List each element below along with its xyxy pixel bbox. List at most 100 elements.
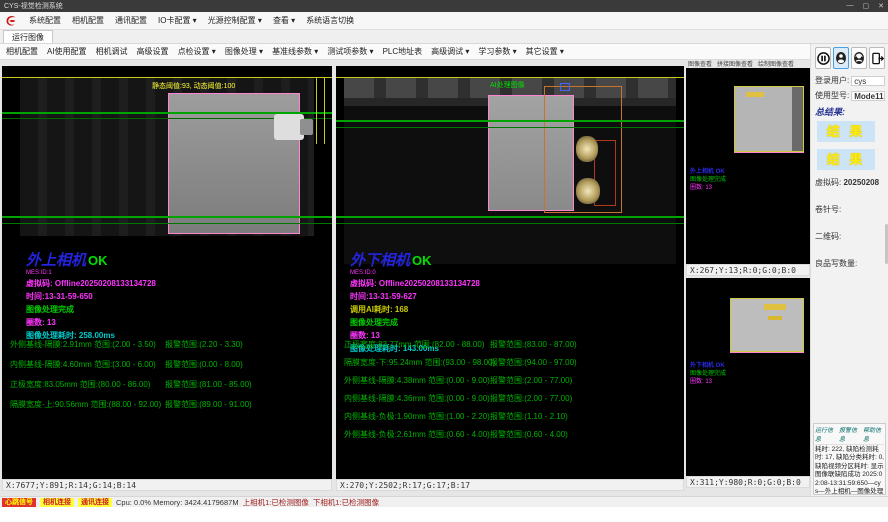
measure-row: 正极宽度:83.05mm 范围:(80.00 - 86.00) 报警范围:(81… xyxy=(2,379,332,397)
bottom-thumbnail-view[interactable]: 外下相机 OK 图像处理完成 圈数: 13 xyxy=(686,278,810,476)
info-tab-help[interactable]: 帮助信息 xyxy=(863,425,884,443)
tool-plc-address[interactable]: PLC地址表 xyxy=(383,46,423,57)
measure-row: 隔膜宽度-上:90.56mm 范围:(88.00 - 92.00) 报警范围:(… xyxy=(2,399,332,417)
user-login-button[interactable] xyxy=(833,47,849,69)
middle-camera-view[interactable]: AI处理图像 外下相机OK MES:ID:0 虚拟码: Offline20250… xyxy=(336,66,684,479)
left-barcode: 虚拟码: Offline20250208133134728 xyxy=(26,277,156,290)
roi-rect-blue xyxy=(560,83,570,91)
maximize-button[interactable]: ▢ xyxy=(863,2,870,10)
upper-camera-status: 上相机1:已检测图像 xyxy=(243,497,309,508)
good-count-label: 良品写数量: xyxy=(815,258,885,269)
thumbnail-marker xyxy=(730,352,804,353)
alarm-range: 报警范围:(89.00 - 91.00) xyxy=(165,399,252,410)
thumbnail-shadow xyxy=(792,87,803,151)
measure-row: 内侧基线-负极:1.90mm 范围:(1.00 - 2.20) 报警范围:(1.… xyxy=(336,411,684,429)
exit-button[interactable] xyxy=(869,47,885,69)
thumbnail-marker xyxy=(734,152,804,153)
thumb-turns: 圈数: 13 xyxy=(690,184,726,192)
tab-run-image[interactable]: 运行图像 xyxy=(3,30,53,43)
view-mode-tabs: 图像查看 拼接图像查看 绘制图像查看 xyxy=(686,58,810,68)
login-user-field[interactable]: cys xyxy=(851,76,885,86)
measure-row: 外侧基线-隔膜:4.38mm 范围:(0.00 - 9.00) 报警范围:(2.… xyxy=(336,375,684,393)
menu-io-config[interactable]: IO卡配置 ▾ xyxy=(158,15,197,26)
close-button[interactable]: ✕ xyxy=(878,2,884,10)
tool-camera-debug[interactable]: 相机调试 xyxy=(96,46,128,57)
measure-value: 隔膜宽度-下:95.24mm 范围:(93.00 - 98.00) xyxy=(344,357,495,368)
virtual-code-label: 虚拟码: xyxy=(815,178,841,187)
tool-ai-config[interactable]: AI使用配置 xyxy=(47,46,87,57)
thumb-turns: 圈数: 13 xyxy=(690,378,726,386)
camera-link-badge: 相机连接 xyxy=(40,498,74,507)
comm-link-badge: 通讯连接 xyxy=(78,498,112,507)
measure-value: 正极宽度:83.05mm 范围:(80.00 - 86.00) xyxy=(10,379,151,390)
menu-view[interactable]: 查看 ▾ xyxy=(273,15,295,26)
tool-advanced-settings[interactable]: 高级设置 xyxy=(137,46,169,57)
tool-baseline-params[interactable]: 基准线参数 ▾ xyxy=(272,46,318,57)
info-tab-run[interactable]: 运行信息 xyxy=(815,425,836,443)
operator-headset-button[interactable] xyxy=(851,47,867,69)
measure-row: 正极宽度:83.77mm 范围:(82.00 - 88.00) 报警范围:(83… xyxy=(336,339,684,357)
left-camera-view[interactable]: 静态阈值:93, 动态阈值:100 外上相机OK MES:ID:1 虚拟码: O… xyxy=(2,66,332,479)
middle-camera-name: 外下相机 xyxy=(350,252,410,269)
thumbnail-marker xyxy=(746,92,764,97)
measure-line xyxy=(2,223,332,224)
measure-value: 内侧基线-负极:1.90mm 范围:(1.00 - 2.20) xyxy=(344,411,490,422)
menu-comm-config[interactable]: 通讯配置 xyxy=(115,15,147,26)
calibration-line xyxy=(324,78,325,144)
result-badge-bottom: 结 果 xyxy=(817,149,875,170)
tool-camera-config[interactable]: 相机配置 xyxy=(6,46,38,57)
measure-value: 内侧基线-隔膜:4.36mm 范围:(0.00 - 9.00) xyxy=(344,393,490,404)
alarm-range: 报警范围:(1.10 - 2.10) xyxy=(490,411,568,422)
tool-advanced-debug[interactable]: 高级调试 ▾ xyxy=(431,46,469,57)
measure-value: 内侧基线-隔膜:4.60mm 范围:(3.00 - 6.00) xyxy=(10,359,156,370)
menu-light-config[interactable]: 光源控制配置 ▾ xyxy=(208,15,262,26)
measure-row: 外侧基线-负极:2.61mm 范围:(0.60 - 4.00) 报警范围:(0.… xyxy=(336,429,684,447)
middle-coordinate-bar: X:270;Y:2502;R:17;G:17;B:17 xyxy=(336,479,684,491)
tool-spotcheck-settings[interactable]: 点检设置 ▾ xyxy=(178,46,216,57)
window-title: CYS-视觉检测系统 xyxy=(4,1,847,11)
left-process-status: 图像处理完成 xyxy=(26,303,156,316)
menu-bar: 系统配置 相机配置 通讯配置 IO卡配置 ▾ 光源控制配置 ▾ 查看 ▾ 系统语… xyxy=(0,12,888,30)
middle-ai-time: 调用AI耗时: 168 xyxy=(350,303,480,316)
tool-image-processing[interactable]: 图像处理 ▾ xyxy=(225,46,263,57)
login-user-label: 登录用户: xyxy=(815,75,849,86)
model-field[interactable]: Mode11 xyxy=(851,91,885,101)
alarm-range: 报警范围:(2.00 - 77.00) xyxy=(490,393,572,404)
lower-camera-status: 下相机1:已检测图像 xyxy=(313,497,379,508)
total-result-label: 总结果: xyxy=(815,105,885,118)
result-badge-top: 结 果 xyxy=(817,121,875,142)
left-coordinate-bar: X:7677;Y:891;R:14;G:14;B:14 xyxy=(2,479,332,491)
left-turn-count: 圈数: 13 xyxy=(26,316,156,329)
tool-test-params[interactable]: 测试项参数 ▾ xyxy=(327,46,373,57)
cpu-memory-text: Cpu: 0.0% Memory: 3424.4179687M xyxy=(116,498,239,507)
measure-row: 内侧基线-隔膜:4.36mm 范围:(0.00 - 9.00) 报警范围:(2.… xyxy=(336,393,684,411)
reflection-highlight xyxy=(576,178,600,204)
minimize-button[interactable]: — xyxy=(847,2,854,10)
alarm-range: 报警范围:(0.00 - 8.00) xyxy=(165,359,243,370)
thumb-status: 图像处理完成 xyxy=(690,370,726,378)
measure-value: 外侧基线-隔膜:4.38mm 范围:(0.00 - 9.00) xyxy=(344,375,490,386)
tool-other-settings[interactable]: 其它设置 ▾ xyxy=(526,46,564,57)
status-bar: 心跳信号 相机连接 通讯连接 Cpu: 0.0% Memory: 3424.41… xyxy=(0,496,888,507)
pause-button[interactable] xyxy=(815,47,831,69)
alarm-range: 报警范围:(0.60 - 4.00) xyxy=(490,429,568,440)
menu-camera-config[interactable]: 相机配置 xyxy=(72,15,104,26)
alarm-range: 报警范围:(94.00 - 97.00) xyxy=(490,357,577,368)
model-label: 使用型号: xyxy=(815,90,849,101)
tool-learning-params[interactable]: 学习参数 ▾ xyxy=(478,46,516,57)
title-bar: CYS-视觉检测系统 — ▢ ✕ xyxy=(0,0,888,12)
menu-system-config[interactable]: 系统配置 xyxy=(29,15,61,26)
measure-line xyxy=(2,216,332,218)
reflection-highlight xyxy=(576,136,598,162)
view-tab-draw[interactable]: 绘制图像查看 xyxy=(758,59,794,68)
view-tab-image[interactable]: 图像查看 xyxy=(688,59,712,68)
thumbnail-overlay-text: 外上相机 OK 图像处理完成 圈数: 13 xyxy=(690,168,726,192)
left-time: 时间:13-31-59-650 xyxy=(26,290,156,303)
mes-id: MES:ID:1 xyxy=(26,270,156,277)
middle-time: 时间:13-31-59-627 xyxy=(350,290,480,303)
left-result-overlay: 外上相机OK MES:ID:1 虚拟码: Offline202502081331… xyxy=(26,252,156,342)
info-tab-alarm[interactable]: 报警信息 xyxy=(839,425,860,443)
top-thumbnail-view[interactable]: 外上相机 OK 图像处理完成 圈数: 13 xyxy=(686,68,810,264)
menu-language-switch[interactable]: 系统语言切换 xyxy=(306,15,354,26)
view-tab-stitch[interactable]: 拼接图像查看 xyxy=(717,59,753,68)
